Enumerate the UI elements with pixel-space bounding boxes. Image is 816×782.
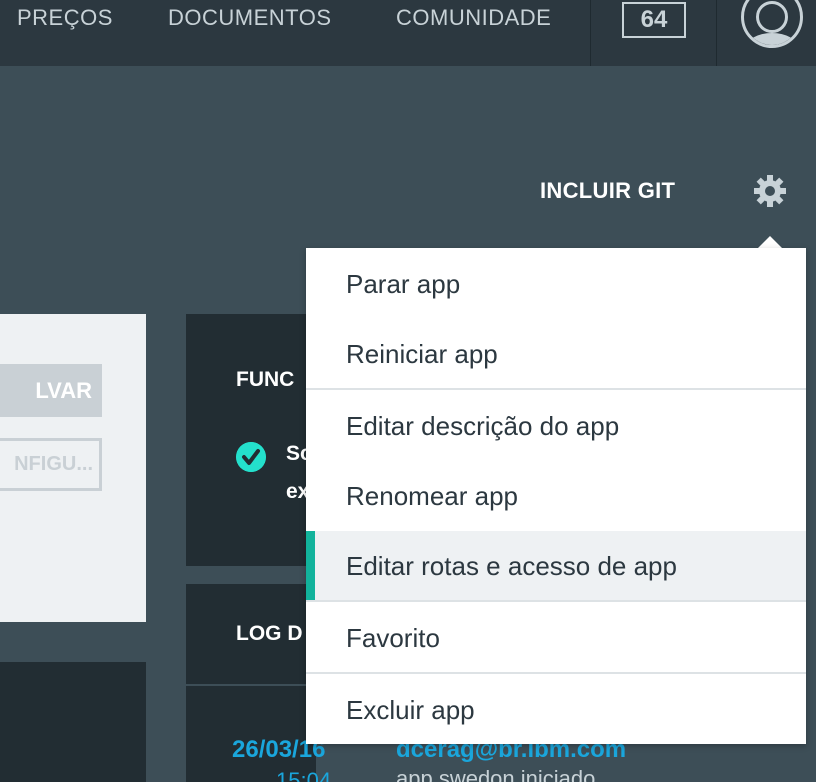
log-time: 15:04 xyxy=(276,768,332,782)
notification-badge[interactable]: 64 xyxy=(622,2,686,38)
status-card: FUNC So ex xyxy=(186,314,316,566)
menu-divider xyxy=(306,388,806,390)
menu-item-edit-description[interactable]: Editar descrição do app xyxy=(306,391,806,461)
nav-link-docs[interactable]: DOCUMENTOS xyxy=(168,5,332,31)
add-git-link[interactable]: INCLUIR GIT xyxy=(540,178,675,204)
menu-item-edit-routes[interactable]: Editar rotas e acesso de app xyxy=(306,531,806,601)
nav-divider xyxy=(716,0,717,66)
log-message: app swedon iniciado xyxy=(396,766,596,782)
avatar-icon[interactable] xyxy=(741,0,803,48)
log-card-title: LOG D xyxy=(236,622,303,645)
menu-item-restart-app[interactable]: Reiniciar app xyxy=(306,319,806,389)
status-card-title: FUNC xyxy=(236,368,295,391)
top-nav: PREÇOS DOCUMENTOS COMUNIDADE 64 xyxy=(0,0,816,66)
save-button[interactable]: LVAR xyxy=(0,364,102,417)
checkmark-icon xyxy=(236,442,266,472)
bottom-left-card xyxy=(0,662,146,782)
menu-item-favorite[interactable]: Favorito xyxy=(306,603,806,673)
app-settings-menu: Parar app Reiniciar app Editar descrição… xyxy=(306,248,806,744)
nav-divider xyxy=(590,0,591,66)
gear-icon[interactable] xyxy=(752,173,788,209)
nav-link-community[interactable]: COMUNIDADE xyxy=(396,5,551,31)
log-divider xyxy=(186,684,316,686)
menu-item-rename-app[interactable]: Renomear app xyxy=(306,461,806,531)
menu-divider xyxy=(306,600,806,602)
configure-button[interactable]: NFIGU... xyxy=(0,438,102,491)
menu-divider xyxy=(306,672,806,674)
nav-link-pricing[interactable]: PREÇOS xyxy=(17,5,113,31)
menu-item-stop-app[interactable]: Parar app xyxy=(306,249,806,319)
menu-item-delete-app[interactable]: Excluir app xyxy=(306,675,806,745)
